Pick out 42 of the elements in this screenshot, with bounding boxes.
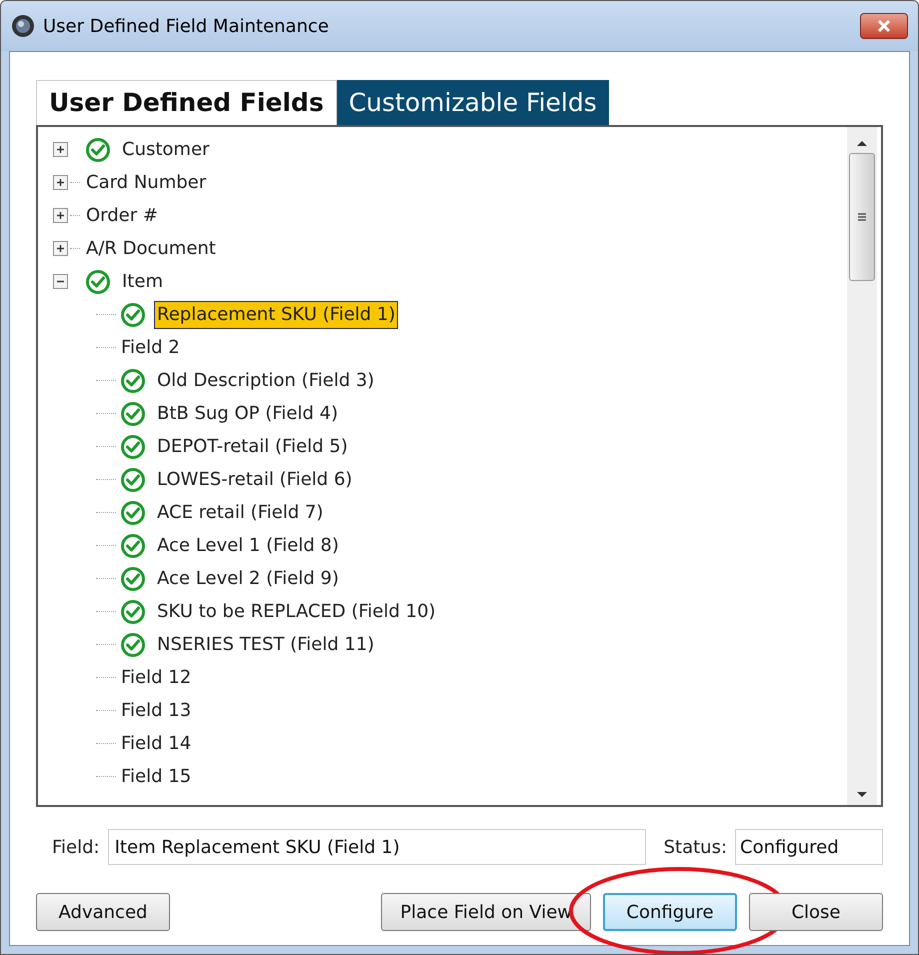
scroll-down-icon[interactable]: [856, 791, 868, 799]
dialog-button[interactable]: Configure: [603, 893, 737, 931]
expand-icon[interactable]: [53, 175, 68, 190]
app-icon: [11, 14, 35, 38]
expand-icon[interactable]: [53, 208, 68, 223]
tree-item[interactable]: Ace Level 1 (Field 8): [154, 532, 342, 560]
dialog-button[interactable]: Advanced: [36, 893, 170, 931]
dialog-button[interactable]: Close: [749, 893, 883, 931]
close-icon[interactable]: [860, 13, 908, 39]
tree-item[interactable]: Field 12: [118, 664, 194, 692]
tab[interactable]: User Defined Fields: [36, 80, 337, 125]
tree-item[interactable]: BtB Sug OP (Field 4): [154, 400, 341, 428]
tab[interactable]: Customizable Fields: [336, 80, 609, 125]
scrollbar[interactable]: [847, 127, 877, 805]
expand-icon[interactable]: [53, 241, 68, 256]
tree-item[interactable]: DEPOT-retail (Field 5): [154, 432, 351, 460]
tree-item[interactable]: Card Number: [83, 168, 210, 196]
status-input[interactable]: Configured: [735, 829, 884, 865]
tree-item[interactable]: Order #: [83, 202, 161, 230]
tree-item[interactable]: SKU to be REPLACED (Field 10): [154, 598, 439, 626]
scrollbar-thumb[interactable]: [849, 153, 875, 281]
tree-item[interactable]: Field 2: [118, 334, 183, 362]
tree-item[interactable]: Field 14: [118, 730, 194, 758]
status-label: Status:: [664, 836, 728, 860]
scroll-up-icon[interactable]: [856, 139, 868, 147]
collapse-icon[interactable]: [53, 274, 68, 289]
dialog-button[interactable]: Place Field on View: [381, 893, 591, 931]
tree-item[interactable]: Replacement SKU (Field 1): [154, 300, 398, 328]
tree-item[interactable]: NSERIES TEST (Field 11): [154, 630, 378, 658]
tree-item[interactable]: Item: [119, 268, 166, 296]
tree-item[interactable]: ACE retail (Field 7): [154, 498, 326, 526]
tree-item[interactable]: Customer: [119, 136, 212, 164]
tree-item[interactable]: Field 15: [118, 762, 194, 790]
tree-item[interactable]: Old Description (Field 3): [154, 366, 378, 394]
tree-item[interactable]: LOWES-retail (Field 6): [154, 466, 356, 494]
field-label: Field:: [52, 836, 100, 860]
expand-icon[interactable]: [53, 142, 68, 157]
window-title: User Defined Field Maintenance: [43, 14, 329, 38]
tree-item[interactable]: A/R Document: [83, 234, 219, 262]
tree-item[interactable]: Field 13: [118, 696, 194, 724]
field-input[interactable]: Item Replacement SKU (Field 1): [108, 829, 646, 865]
tree-item[interactable]: Ace Level 2 (Field 9): [154, 564, 342, 592]
